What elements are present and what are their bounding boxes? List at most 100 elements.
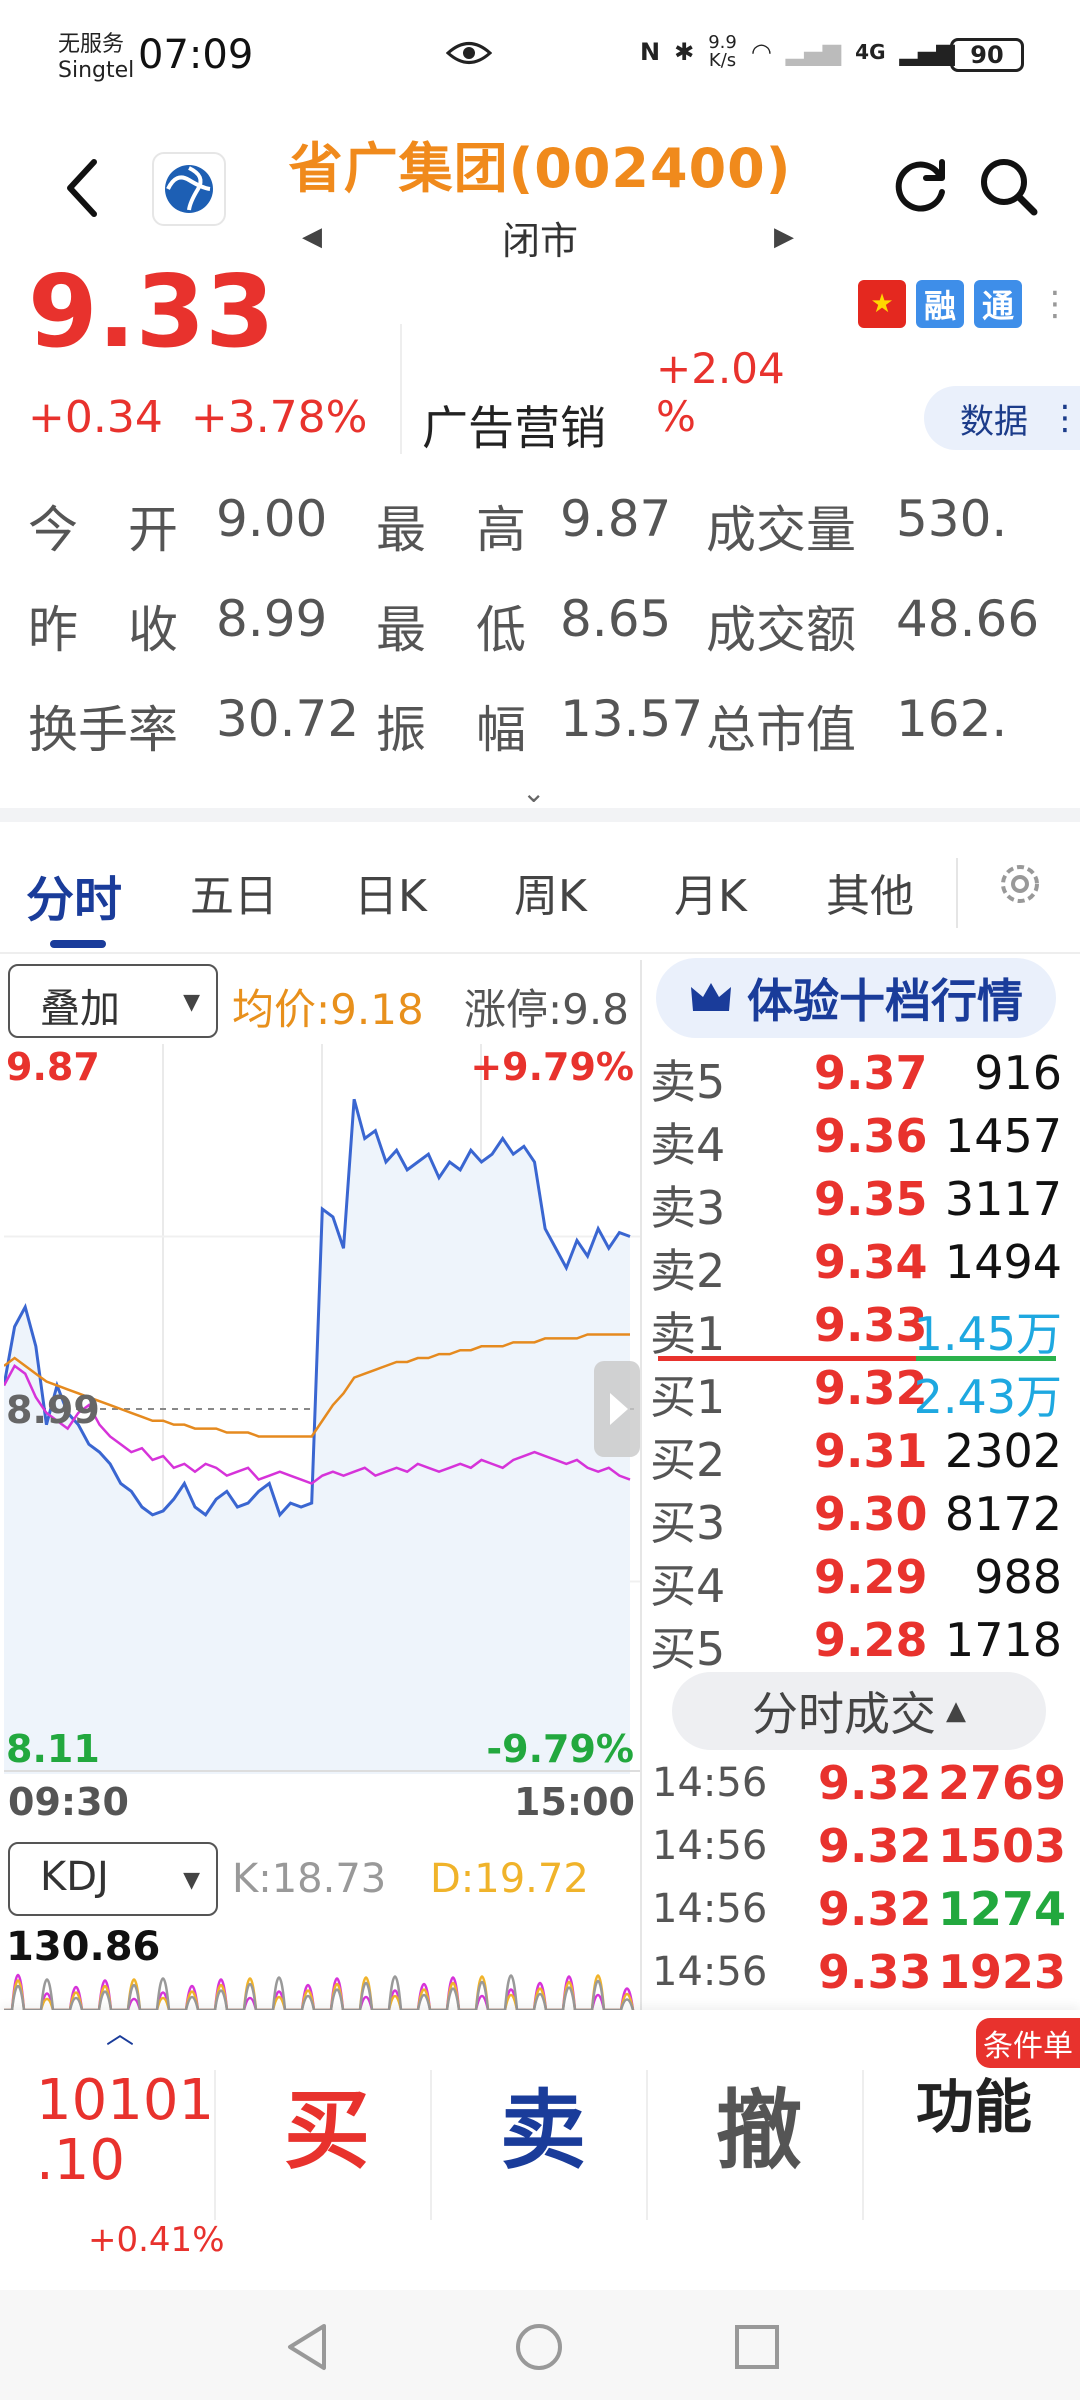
bid-row[interactable]: 买2 9.31 2302 — [650, 1418, 1070, 1487]
quote-value: 8.99 — [216, 590, 328, 648]
trade-time: 14:56 — [652, 1949, 768, 1995]
dropdown-caret-icon: ▼ — [183, 1868, 200, 1893]
intraday-chart[interactable]: 9.87 +9.79% 8.99 8.11 -9.79% — [4, 1044, 640, 1774]
overlay-select-label: 叠加 — [40, 986, 120, 1032]
data-button[interactable]: 数据 ⋮ — [924, 386, 1080, 450]
quote-label: 成交量 — [706, 501, 856, 559]
bid-row[interactable]: 买5 9.28 1718 — [650, 1607, 1070, 1676]
y-axis-mid: 8.99 — [6, 1388, 100, 1432]
tab-other[interactable]: 其他 — [826, 860, 914, 924]
level-price: 9.31 — [814, 1424, 928, 1478]
pct-axis-high: +9.79% — [470, 1045, 634, 1089]
level-price: 9.36 — [814, 1109, 928, 1163]
sector-name[interactable]: 广告营销 — [422, 392, 606, 458]
quote-label: 成交额 — [706, 601, 856, 659]
function-button[interactable]: 功能 — [916, 2060, 1032, 2144]
margin-badge[interactable]: 融 — [916, 280, 964, 328]
kdj-k-value: K:18.73 — [232, 1856, 387, 1902]
refresh-icon[interactable] — [890, 156, 950, 216]
level-volume: 1494 — [944, 1235, 1062, 1289]
bid-row[interactable]: 买3 9.30 8172 — [650, 1481, 1070, 1550]
overlay-select[interactable]: 叠加 ▼ — [8, 964, 218, 1038]
chart-tabs: 分时 五日 日K 周K 月K 其他 — [0, 824, 1080, 954]
expand-chevron-icon[interactable]: ⌄ — [522, 776, 545, 809]
time-sales-row: 14:56 9.32 1503 — [650, 1815, 1070, 1879]
nav-back-icon[interactable] — [284, 2322, 330, 2372]
price-change-pct: +3.78% — [190, 392, 368, 443]
ten-level-quote-label: 体验十档行情 — [747, 974, 1023, 1028]
level-label: 买5 — [650, 1622, 726, 1676]
tab-daily-k[interactable]: 日K — [354, 860, 427, 924]
trade-volume: 1503 — [937, 1819, 1066, 1873]
sell-button[interactable]: 卖 — [500, 2060, 586, 2185]
search-icon[interactable] — [978, 156, 1040, 218]
trade-price: 9.32 — [818, 1756, 932, 1810]
x-axis-end: 15:00 — [514, 1780, 635, 1824]
indicator-select[interactable]: KDJ ▼ — [8, 1842, 218, 1916]
chart-axis-line — [4, 1770, 640, 1772]
ten-level-quote-button[interactable]: 体验十档行情 — [656, 958, 1056, 1038]
ask-row[interactable]: 卖2 9.34 1494 — [650, 1229, 1070, 1298]
quote-label: 振 幅 — [376, 701, 526, 759]
index-expand-caret-icon[interactable]: ︿ — [106, 2012, 134, 2052]
time-sales-row: 14:56 9.33 1923 — [650, 1941, 1070, 2005]
quote-row: 换手率 30.72 振 幅 13.57 总市值 162. — [0, 690, 1080, 770]
bluetooth-icon: ✱ — [674, 38, 695, 66]
quote-label: 最 低 — [376, 601, 526, 659]
tab-five-day[interactable]: 五日 — [190, 860, 278, 924]
level-price: 9.33 — [814, 1298, 928, 1352]
quote-value: 9.87 — [560, 490, 672, 548]
kdj-max: 130.86 — [6, 1924, 161, 1970]
connect-badge[interactable]: 通 — [974, 280, 1022, 328]
ask-row[interactable]: 卖3 9.35 3117 — [650, 1166, 1070, 1235]
more-vertical-icon: ⋮ — [1048, 398, 1080, 438]
sector-change-unit: % — [656, 392, 696, 441]
index-value-line2[interactable]: .10 — [36, 2128, 125, 2193]
bid-row[interactable]: 买1 9.32 2.43万 — [650, 1355, 1070, 1424]
index-value-line1[interactable]: 10101 — [36, 2068, 214, 2133]
trade-divider — [430, 2070, 432, 2220]
tab-weekly-k[interactable]: 周K — [514, 860, 587, 924]
condition-order-badge[interactable]: 条件单 — [976, 2018, 1080, 2068]
cancel-order-button[interactable]: 撤 — [716, 2060, 802, 2185]
data-button-label: 数据 — [960, 401, 1028, 442]
next-stock-arrow-icon[interactable]: ▶ — [774, 222, 794, 252]
bid-row[interactable]: 买4 9.29 988 — [650, 1544, 1070, 1613]
level-volume: 8172 — [944, 1487, 1062, 1541]
ask-row[interactable]: 卖5 9.37 916 — [650, 1040, 1070, 1109]
trade-price: 9.32 — [818, 1819, 932, 1873]
quote-value: 162. — [896, 690, 1008, 748]
tab-monthly-k[interactable]: 月K — [674, 860, 747, 924]
active-tab-underline — [50, 940, 106, 948]
trade-time: 14:56 — [652, 1760, 768, 1806]
buy-button[interactable]: 买 — [284, 2060, 370, 2185]
bid-ask-ratio-bar-red — [658, 1356, 916, 1361]
quote-label: 昨 收 — [28, 601, 178, 659]
ask-row[interactable]: 卖1 9.33 1.45万 — [650, 1292, 1070, 1361]
ask-row[interactable]: 卖4 9.36 1457 — [650, 1103, 1070, 1172]
china-flag-icon: ★ — [858, 280, 906, 328]
nav-recents-icon[interactable] — [734, 2324, 780, 2370]
tab-intraday[interactable]: 分时 — [26, 860, 122, 930]
x-axis-start: 09:30 — [8, 1780, 129, 1824]
trade-time: 14:56 — [652, 1886, 768, 1932]
trade-divider — [214, 2070, 216, 2220]
quote-label: 换手率 — [28, 701, 178, 759]
quote-value: 9.00 — [216, 490, 328, 548]
trade-divider — [862, 2070, 864, 2220]
time-sales-row: 14:56 9.32 2769 — [650, 1752, 1070, 1816]
time-sales-row: 14:56 9.32 1274 — [650, 1878, 1070, 1942]
quote-value: 8.65 — [560, 590, 672, 648]
nav-home-icon[interactable] — [514, 2322, 564, 2372]
level-price: 9.29 — [814, 1550, 928, 1604]
more-dots-icon[interactable]: ⋮ — [1038, 284, 1072, 324]
kdj-line-0 — [4, 1973, 635, 2012]
time-sales-button[interactable]: 分时成交 ▲ — [672, 1672, 1046, 1750]
level-price: 9.28 — [814, 1613, 928, 1667]
level-volume: 2302 — [944, 1424, 1062, 1478]
network-type: 4G — [855, 40, 886, 64]
bid-ask-ratio-bar-green — [916, 1356, 1056, 1361]
pct-axis-low: -9.79% — [486, 1727, 634, 1771]
quote-label: 总市值 — [706, 701, 856, 759]
gear-icon[interactable] — [994, 858, 1046, 910]
